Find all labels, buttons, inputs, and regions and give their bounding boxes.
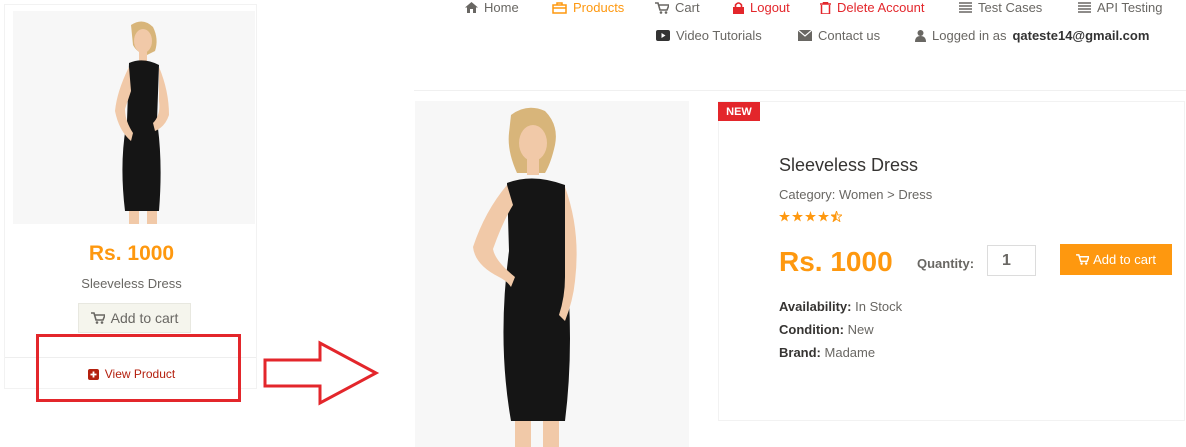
product-category: Category: Women > Dress xyxy=(779,187,933,202)
product-image xyxy=(13,11,255,224)
nav-api-testing[interactable]: API Testing xyxy=(1078,0,1163,15)
products-icon xyxy=(552,1,567,14)
cart-icon xyxy=(655,1,669,14)
nav-cart[interactable]: Cart xyxy=(655,0,700,15)
card-product-name: Sleeveless Dress xyxy=(81,276,182,291)
trash-icon xyxy=(820,1,831,14)
quantity-input[interactable] xyxy=(987,245,1036,276)
star-icon xyxy=(818,211,829,222)
card-add-to-cart-label: Add to cart xyxy=(110,310,179,326)
header-divider xyxy=(414,90,1186,91)
star-icon xyxy=(792,211,803,222)
header-nav: Home Products Cart Logout Delete Account… xyxy=(440,0,1186,60)
card-add-to-cart-button[interactable]: Add to cart xyxy=(78,303,191,333)
availability-line: Availability: In Stock xyxy=(779,299,902,314)
youtube-icon xyxy=(656,30,670,41)
star-half-icon xyxy=(831,211,842,222)
brand-value: Madame xyxy=(824,345,876,360)
nav-label: Home xyxy=(484,0,519,15)
nav-label: Delete Account xyxy=(837,0,925,15)
add-to-cart-button[interactable]: Add to cart xyxy=(1060,244,1172,275)
star-icon xyxy=(779,211,790,222)
arrow-right-icon xyxy=(262,340,380,406)
nav-video-tutorials[interactable]: Video Tutorials xyxy=(656,28,762,43)
nav-products[interactable]: Products xyxy=(552,0,624,15)
card-price: Rs. 1000 xyxy=(88,242,175,265)
availability-value: In Stock xyxy=(855,299,903,314)
add-to-cart-label: Add to cart xyxy=(1093,252,1156,267)
nav-contact-us[interactable]: Contact us xyxy=(798,28,880,43)
nav-label: Contact us xyxy=(818,28,881,43)
nav-test-cases[interactable]: Test Cases xyxy=(959,0,1042,15)
cart-icon xyxy=(90,312,105,324)
availability-label: Availability: xyxy=(779,299,852,314)
product-price: Rs. 1000 xyxy=(779,246,893,277)
brand-line: Brand: Madame xyxy=(779,345,875,360)
user-icon xyxy=(915,29,926,42)
condition-label: Condition: xyxy=(779,322,844,337)
nav-label: Logout xyxy=(750,0,790,15)
nav-delete-account[interactable]: Delete Account xyxy=(820,0,924,15)
lock-icon xyxy=(733,1,744,14)
condition-value: New xyxy=(847,322,874,337)
nav-label: Products xyxy=(573,0,625,15)
list-icon xyxy=(959,2,972,13)
nav-label: Cart xyxy=(675,0,700,15)
quantity-label: Quantity: xyxy=(917,256,975,271)
nav-label: API Testing xyxy=(1097,0,1163,15)
star-icon xyxy=(805,211,816,222)
new-badge: NEW xyxy=(718,102,760,121)
cart-icon xyxy=(1076,254,1090,265)
product-card: Rs. 1000 Sleeveless Dress Add to cart Vi… xyxy=(4,4,257,389)
list-icon xyxy=(1078,2,1091,13)
envelope-icon xyxy=(798,30,812,41)
nav-logout[interactable]: Logout xyxy=(733,0,790,15)
logged-in-status: Logged in as qateste14@gmail.com xyxy=(915,28,1149,43)
product-detail-image xyxy=(415,101,689,447)
condition-line: Condition: New xyxy=(779,322,874,337)
highlight-box xyxy=(36,334,241,402)
nav-label: Test Cases xyxy=(978,0,1043,15)
product-title: Sleeveless Dress xyxy=(779,155,919,175)
home-icon xyxy=(465,2,478,13)
logged-in-user: qateste14@gmail.com xyxy=(1012,28,1150,43)
nav-label: Video Tutorials xyxy=(676,28,762,43)
rating-stars xyxy=(779,211,842,222)
brand-label: Brand: xyxy=(779,345,821,360)
logged-in-prefix: Logged in as xyxy=(932,28,1007,43)
nav-home[interactable]: Home xyxy=(465,0,519,15)
